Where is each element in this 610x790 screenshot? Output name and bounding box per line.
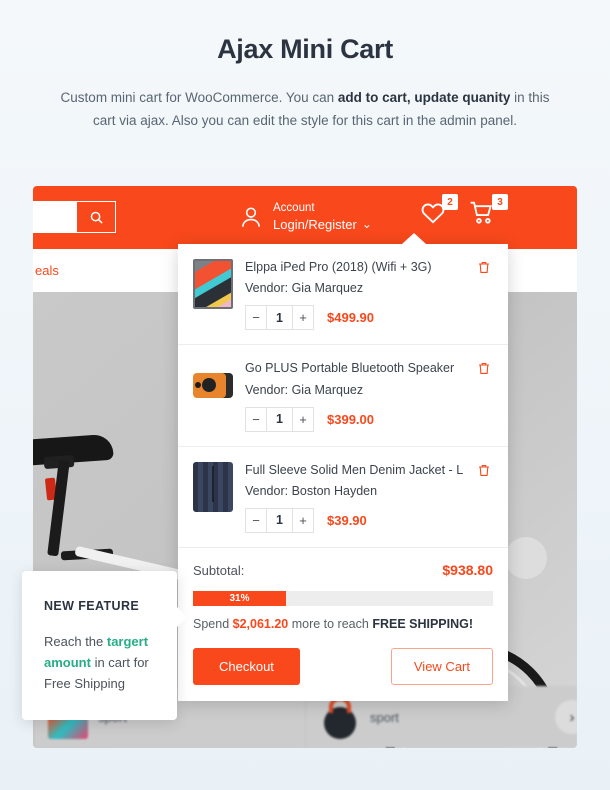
quantity-value[interactable]: 1 [266,508,293,532]
site-header: Account Login/Register ⌄ 2 3 [33,186,577,249]
quantity-stepper: − 1 + [245,406,314,432]
cart-item-title[interactable]: Elppa iPed Pro (2018) (Wifi + 3G) [245,259,475,275]
kettlebell-thumbnail [320,695,360,739]
cart-item-price: $499.90 [327,310,374,326]
hero-decoration-circle [505,537,547,579]
quantity-increase-button[interactable]: + [293,408,313,431]
cart-item: Go PLUS Portable Bluetooth Speaker Vendo… [178,345,508,447]
quantity-decrease-button[interactable]: − [246,509,266,532]
remove-item-button[interactable] [475,462,493,533]
spend-amount: $2,061.20 [232,616,289,631]
cart-item-vendor: Vendor: Gia Marquez [245,281,475,295]
cart-item-vendor: Vendor: Boston Hayden [245,484,475,498]
cart-item-price: $39.90 [327,512,367,528]
quantity-stepper: − 1 + [245,305,314,331]
vendor-name: Gia Marquez [291,281,364,296]
search-icon [90,211,103,224]
page-title: Ajax Mini Cart [217,34,393,64]
free-shipping-emphasis: FREE SHIPPING! [372,616,474,631]
trash-icon [479,464,489,476]
vendor-name: Gia Marquez [291,382,364,397]
search-button[interactable] [77,202,115,232]
callout-text-1: Reach the [44,634,107,649]
jacket-thumbnail [193,461,233,512]
chevron-down-icon: ⌄ [361,217,372,232]
subtotal-value: $938.80 [442,561,493,578]
account-label: Account [273,202,315,214]
trash-icon [479,261,489,274]
carousel-next-button[interactable]: › [555,700,577,734]
header-icons: 2 3 [419,194,508,231]
ipad-thumbnail [193,259,233,309]
cart-item: Elppa iPed Pro (2018) (Wifi + 3G) Vendor… [178,244,508,346]
quantity-decrease-button[interactable]: − [246,306,266,329]
search-field[interactable] [33,201,116,233]
quantity-increase-button[interactable]: + [293,306,313,329]
intro-section: Ajax Mini Cart Custom mini cart for WooC… [0,0,610,132]
spend-prefix: Spend [193,616,233,631]
vendor-name: Boston Hayden [291,483,378,498]
cart-item-price: $399.00 [327,411,374,427]
remove-item-button[interactable] [475,360,493,431]
wishlist-button[interactable]: 2 [419,194,458,231]
callout-heading: NEW FEATURE [44,599,140,613]
account-menu[interactable]: Account Login/Register ⌄ [238,201,372,234]
speaker-thumbnail [193,360,233,410]
description-emphasis: add to cart, update quanity [337,90,511,105]
deals-link[interactable]: eals [35,263,59,278]
progress-fill: 31% [193,590,286,606]
cart-item-title[interactable]: Full Sleeve Solid Men Denim Jacket - L [245,462,475,478]
category-label: sport [370,709,399,725]
description-part-1: Custom mini cart for WooCommerce. You ca… [60,90,338,105]
bicycle-seatpost-graphic [47,459,70,557]
checkout-button[interactable]: Checkout [193,647,300,685]
login-register-link[interactable]: Login/Register [273,216,357,233]
quantity-value[interactable]: 1 [266,306,293,330]
vendor-label: Vendor: [245,281,289,296]
vendor-label: Vendor: [245,382,289,397]
quantity-stepper: − 1 + [245,507,314,533]
new-feature-callout: NEW FEATURE Reach the targert amount in … [22,571,187,721]
user-icon [242,207,260,228]
free-shipping-message: Spend $2,061.20 more to reach FREE SHIPP… [193,617,493,631]
page-description: Custom mini cart for WooCommerce. You ca… [60,86,550,132]
cart-item: Full Sleeve Solid Men Denim Jacket - L V… [178,447,508,548]
quantity-increase-button[interactable]: + [293,509,313,532]
cart-button[interactable]: 3 [467,194,508,231]
mini-cart-footer: Subtotal: $938.80 31% Spend $2,061.20 mo… [178,548,508,701]
subtotal-label: Subtotal: [193,562,245,578]
vendor-label: Vendor: [245,483,289,498]
wishlist-count-badge: 2 [442,194,458,210]
view-cart-button[interactable]: View Cart [390,647,493,685]
remove-item-button[interactable] [475,259,493,330]
mini-cart-dropdown: Elppa iPed Pro (2018) (Wifi + 3G) Vendor… [178,233,508,701]
quantity-decrease-button[interactable]: − [246,408,266,431]
free-shipping-progress-bar: 31% [193,590,493,606]
cart-actions: Checkout View Cart [193,647,493,685]
subtotal-row: Subtotal: $938.80 [193,562,493,578]
cart-count-badge: 3 [492,194,508,210]
spend-middle: more to reach [288,616,373,631]
quantity-value[interactable]: 1 [266,407,293,431]
trash-icon [479,363,489,375]
callout-body: Reach the targert amount in cart for Fre… [44,631,155,694]
cart-item-vendor: Vendor: Gia Marquez [245,383,475,397]
cart-item-title[interactable]: Go PLUS Portable Bluetooth Speaker [245,360,475,376]
